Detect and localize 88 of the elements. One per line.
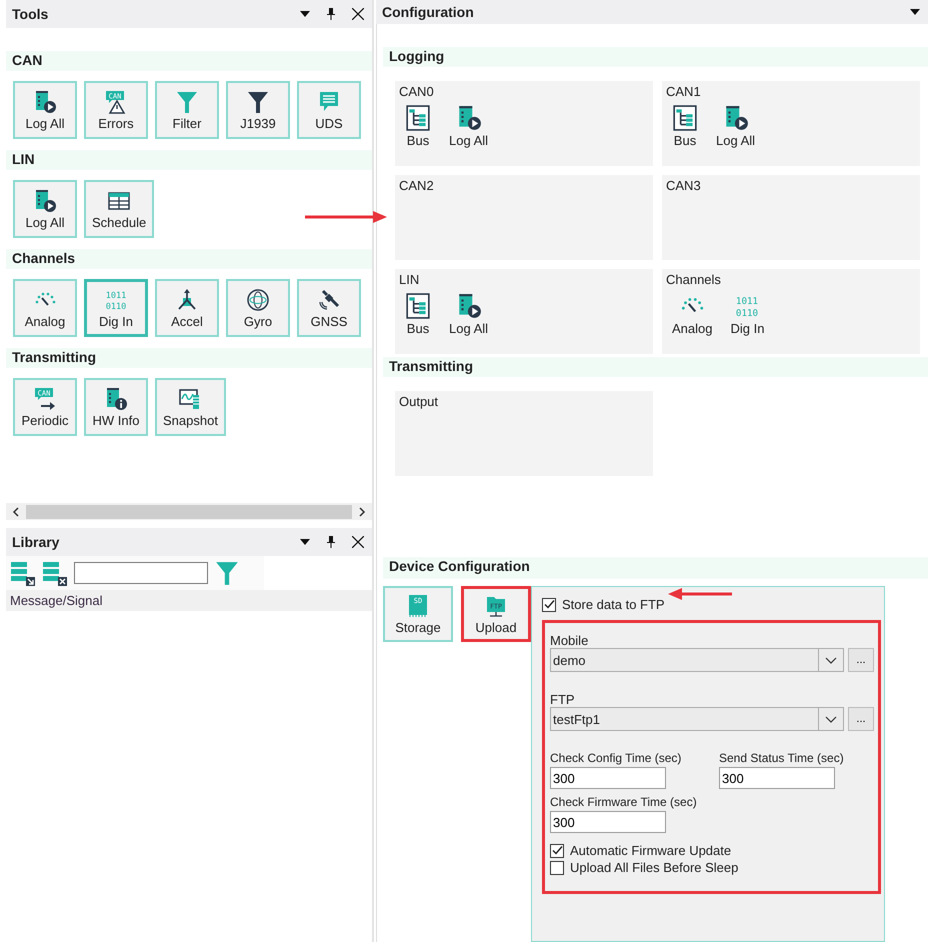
browse-button[interactable]: ...	[848, 648, 874, 672]
tool-button[interactable]: Accel	[155, 279, 219, 337]
satellite-icon	[317, 288, 341, 312]
chat-icon	[317, 90, 341, 114]
tool-button[interactable]: HW Info	[84, 378, 148, 436]
chevron-left-icon[interactable]	[12, 506, 20, 516]
browse-button[interactable]: ...	[848, 707, 874, 731]
group-title: LIN	[399, 272, 420, 287]
scrollbar-thumb[interactable]	[26, 504, 352, 518]
group-title: Output	[399, 394, 440, 409]
section-header: CAN	[6, 51, 372, 71]
icon-button[interactable]: Bus	[405, 105, 431, 148]
close-icon[interactable]	[352, 536, 364, 548]
rows-delete-icon[interactable]	[42, 560, 68, 586]
tool-button[interactable]: Snapshot	[155, 378, 226, 436]
scrollbar[interactable]	[6, 503, 372, 520]
document-play-icon	[33, 90, 57, 114]
filter-icon	[214, 560, 240, 586]
chevron-right-icon[interactable]	[358, 506, 366, 516]
tool-button[interactable]: Analog	[13, 279, 77, 337]
group-title: CAN1	[666, 84, 702, 99]
tool-button[interactable]: UDS	[297, 81, 361, 139]
annotation-arrow	[668, 587, 732, 601]
icon-button[interactable]: Bus	[405, 293, 431, 336]
pin-icon[interactable]	[326, 536, 336, 548]
section-header: Channels	[6, 249, 372, 269]
filter-icon	[246, 90, 270, 114]
tool-button[interactable]: Gyro	[226, 279, 290, 337]
tool-button[interactable]: Log All	[13, 180, 77, 238]
icon-button[interactable]: Log All	[449, 293, 488, 336]
icon-text: 0110	[736, 308, 759, 319]
section-header: Transmitting	[6, 348, 372, 368]
icon-text: 1011	[106, 290, 126, 300]
panel-title: Configuration	[382, 4, 475, 20]
dropdown-icon[interactable]	[300, 539, 310, 545]
icon-text: 1011	[736, 296, 759, 307]
field-label: FTP	[550, 692, 576, 707]
section-header: Device Configuration	[383, 557, 928, 579]
tree-icon	[405, 105, 431, 131]
icon-button[interactable]: 1011 0110 Dig In	[730, 293, 764, 336]
text-field[interactable]: 300	[719, 767, 835, 789]
icon-button[interactable]: Log All	[716, 105, 756, 148]
icon-button[interactable]: Log All	[449, 105, 488, 148]
group-title: CAN3	[666, 178, 702, 193]
document-info-icon	[104, 386, 128, 410]
field-label: Send Status Time (sec)	[719, 751, 845, 765]
tree-icon	[672, 105, 698, 131]
checkbox-label: Store data to FTP	[562, 597, 665, 612]
tree-icon	[405, 293, 431, 319]
section-header: Logging	[383, 47, 928, 67]
tool-button[interactable]: 1011 0110 Dig In	[84, 279, 148, 337]
tool-button[interactable]: Schedule	[84, 180, 154, 238]
pin-icon[interactable]	[326, 8, 336, 20]
tool-button[interactable]: J1939	[226, 81, 290, 139]
dropdown-icon[interactable]	[300, 11, 310, 17]
text-field[interactable]: 300	[550, 767, 666, 789]
icon-text: 0110	[106, 302, 126, 312]
group-title: Channels	[666, 272, 722, 287]
panel-title: Library	[12, 534, 60, 550]
checkbox-label: Automatic Firmware Update	[570, 843, 732, 858]
search-field[interactable]	[74, 562, 208, 584]
section-header: LIN	[6, 150, 372, 170]
gyro-icon	[246, 288, 270, 312]
tool-button[interactable]: Log All	[13, 81, 77, 139]
panel-title: Tools	[12, 6, 50, 22]
group-title: CAN0	[399, 84, 435, 99]
dropdown[interactable]: demo	[550, 648, 844, 672]
field-label: Mobile	[550, 633, 590, 648]
field-label: Check Firmware Time (sec)	[550, 795, 698, 809]
section-header: Transmitting	[383, 357, 928, 377]
checkbox[interactable]	[550, 860, 564, 874]
checkbox[interactable]	[550, 844, 564, 858]
filter-icon	[175, 90, 199, 114]
close-icon[interactable]	[352, 8, 364, 20]
group-title: CAN2	[399, 178, 435, 193]
rows-arrow-icon[interactable]	[10, 560, 36, 586]
checkbox[interactable]	[542, 598, 556, 612]
icon-button[interactable]: Analog	[672, 293, 712, 336]
tool-button[interactable]: GNSS	[297, 279, 361, 337]
dropdown[interactable]: testFtp1	[550, 707, 844, 731]
field-label: Check Config Time (sec)	[550, 751, 682, 765]
column-header[interactable]: Message/Signal	[6, 590, 372, 611]
tool-button[interactable]: Filter	[155, 81, 219, 139]
text-field[interactable]: 300	[550, 811, 666, 833]
dropdown-icon[interactable]	[910, 9, 920, 15]
document-play-icon	[33, 188, 57, 212]
checkbox-label: Upload All Files Before Sleep	[570, 860, 738, 875]
icon-button[interactable]: Bus	[672, 105, 698, 148]
